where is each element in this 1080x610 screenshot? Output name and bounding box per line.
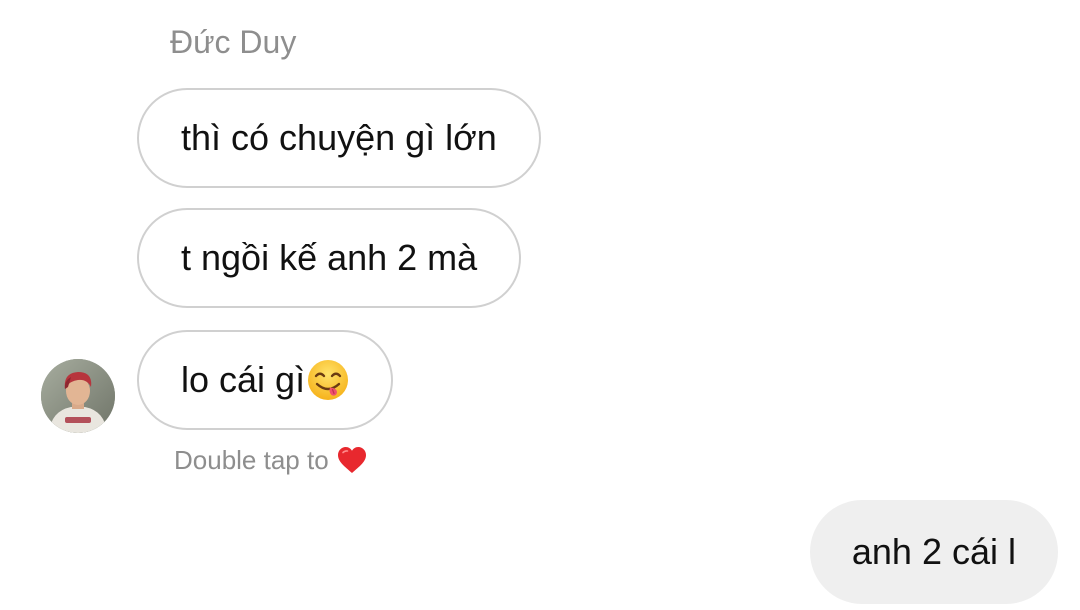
hint-text: Double tap to <box>174 445 329 475</box>
sender-name: Đức Duy <box>170 24 297 60</box>
incoming-message-bubble[interactable]: t ngồi kế anh 2 mà <box>137 208 522 308</box>
incoming-message-bubble[interactable]: thì có chuyện gì lớn <box>137 88 541 188</box>
outgoing-message-bubble[interactable]: anh 2 cái l <box>809 500 1058 604</box>
red-heart-icon <box>337 447 366 473</box>
incoming-message-bubble[interactable]: lo cái gì <box>137 330 394 430</box>
message-text: lo cái gì <box>181 359 306 400</box>
message-text: t ngồi kế anh 2 mà <box>181 237 478 278</box>
message-text: anh 2 cái l <box>851 531 1016 572</box>
double-tap-hint: Double tap to <box>174 444 367 476</box>
sender-avatar[interactable] <box>41 359 115 433</box>
avatar-photo <box>41 359 115 433</box>
message-text: thì có chuyện gì lớn <box>181 117 497 158</box>
savoring-food-face-emoji <box>308 360 349 400</box>
